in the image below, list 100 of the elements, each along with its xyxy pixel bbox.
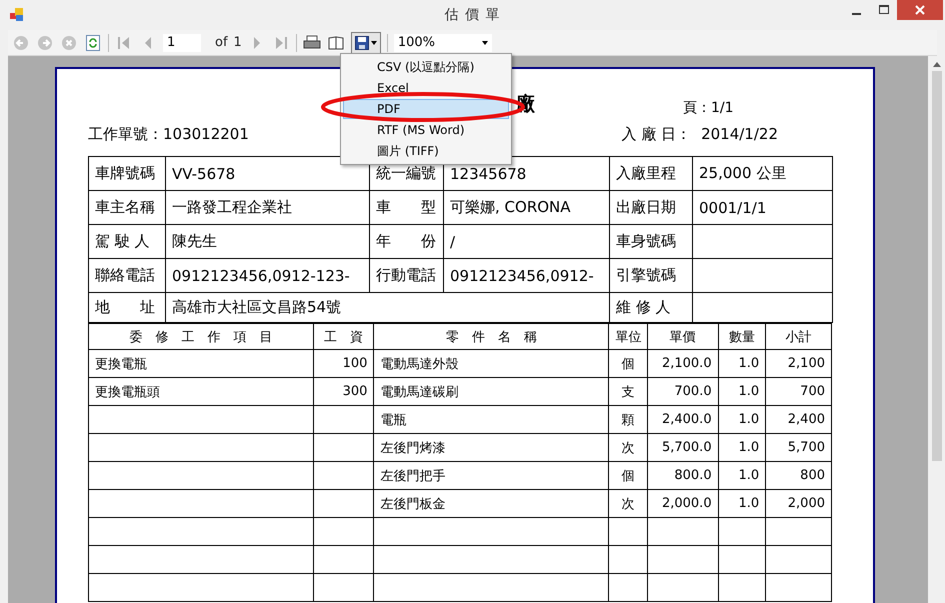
table-cell: 700.0	[647, 378, 718, 406]
table-cell: 700	[766, 378, 832, 406]
column-header: 工 資	[313, 324, 374, 350]
field-value-cell: 一路發工程企業社	[166, 190, 370, 224]
table-cell: 次	[608, 434, 648, 462]
table-cell: 1.0	[718, 462, 766, 490]
table-cell: 1.0	[718, 434, 766, 462]
table-cell	[313, 434, 374, 462]
entry-date-label: 入 廠 日：	[622, 125, 692, 144]
table-cell: 電瓶	[374, 406, 609, 434]
table-cell: 更換電瓶	[88, 350, 314, 378]
entry-date: 2014/1/22	[701, 125, 778, 144]
table-cell	[766, 574, 832, 602]
field-label-cell: 車身號碼	[610, 224, 692, 258]
field-value-cell: 陳先生	[166, 224, 370, 258]
table-cell	[718, 574, 766, 602]
column-header: 單價	[647, 324, 718, 350]
table-cell: 左後門把手	[374, 462, 609, 490]
table-cell	[313, 490, 374, 518]
maximize-icon	[878, 5, 888, 15]
table-cell	[313, 462, 374, 490]
column-header: 數量	[718, 324, 766, 350]
table-cell	[718, 546, 766, 574]
table-cell	[647, 574, 718, 602]
field-label-cell: 維 修 人	[610, 292, 692, 322]
table-cell	[313, 518, 374, 546]
back-icon[interactable]	[12, 34, 30, 52]
print-icon[interactable]	[302, 34, 321, 52]
export-menu-item[interactable]: Excel	[343, 78, 509, 98]
minimize-icon	[852, 12, 861, 14]
table-cell: 1.0	[718, 490, 766, 518]
field-value-cell: 0001/1/1	[692, 190, 832, 224]
field-value-cell: 可樂娜, CORONA	[444, 190, 610, 224]
field-label-cell: 地 址	[88, 292, 166, 322]
caret-icon	[482, 40, 488, 44]
column-header: 小計	[766, 324, 832, 350]
table-cell	[608, 518, 648, 546]
page-layout-icon[interactable]	[326, 34, 345, 52]
table-cell: 1.0	[718, 378, 766, 406]
scroll-up-icon[interactable]	[932, 62, 940, 67]
forward-icon[interactable]	[36, 34, 54, 52]
window-title: 估 價 單	[444, 6, 500, 24]
page-number-field[interactable]: 1	[163, 34, 201, 52]
page-indicator: 頁：1/1	[683, 99, 734, 117]
table-cell: 2,100	[766, 350, 832, 378]
field-value-cell: 0912123456,0912-	[444, 258, 610, 292]
table-cell: 電動馬達外殼	[374, 350, 609, 378]
zoom-dropdown[interactable]: 100%	[394, 34, 492, 52]
refresh-icon[interactable]	[84, 34, 102, 52]
table-cell: 800.0	[647, 462, 718, 490]
caret-icon	[370, 40, 377, 44]
table-cell	[313, 406, 374, 434]
field-value-cell: /	[444, 224, 610, 258]
field-label-cell: 聯絡電話	[88, 258, 166, 292]
field-label-cell: 行動電話	[370, 258, 444, 292]
save-dropdown-button[interactable]	[350, 32, 381, 54]
field-label-cell: 車主名稱	[88, 190, 166, 224]
table-cell: 300	[313, 378, 374, 406]
table-cell: 2,400	[766, 406, 832, 434]
table-cell: 2,000.0	[647, 490, 718, 518]
table-cell: 800	[766, 462, 832, 490]
field-label-cell: 駕 駛 人	[88, 224, 166, 258]
export-menu-item[interactable]: RTF (MS Word)	[343, 120, 509, 140]
table-cell: 左後門烤漆	[374, 434, 609, 462]
table-cell	[766, 518, 832, 546]
table-cell: 2,000	[766, 490, 832, 518]
table-cell: 2,400.0	[647, 406, 718, 434]
field-value-cell: 高雄市大社區文昌路54號	[166, 292, 610, 322]
app-icon	[10, 8, 24, 22]
work-order-number: 工作單號：103012201	[88, 125, 249, 144]
stop-icon[interactable]	[60, 34, 78, 52]
scrollbar-thumb[interactable]	[932, 71, 942, 461]
table-cell	[608, 574, 648, 602]
table-cell: 100	[313, 350, 374, 378]
export-menu-item[interactable]: CSV (以逗點分隔)	[343, 57, 509, 77]
field-label-cell: 車 型	[370, 190, 444, 224]
close-icon	[915, 5, 925, 15]
table-cell: 左後門板金	[374, 490, 609, 518]
table-cell	[766, 546, 832, 574]
table-cell: 1.0	[718, 406, 766, 434]
column-header: 單位	[608, 324, 648, 350]
table-cell	[647, 546, 718, 574]
column-header: 零 件 名 稱	[374, 324, 609, 350]
table-cell: 2,100.0	[647, 350, 718, 378]
table-cell: 5,700.0	[647, 434, 718, 462]
table-cell: 更換電瓶頭	[88, 378, 314, 406]
table-cell: 顆	[608, 406, 648, 434]
table-cell	[718, 518, 766, 546]
field-value-cell: 0912123456,0912-123-	[166, 258, 370, 292]
table-cell: 次	[608, 490, 648, 518]
field-label-cell: 年 份	[370, 224, 444, 258]
field-label-cell: 車牌號碼	[88, 156, 166, 190]
field-value-cell: 25,000 公里	[692, 156, 832, 190]
table-cell: 電動馬達碳刷	[374, 378, 609, 406]
table-cell: 個	[608, 462, 648, 490]
table-cell: 個	[608, 350, 648, 378]
close-button[interactable]	[897, 0, 943, 20]
of-label: of	[215, 35, 228, 50]
column-header: 委 修 工 作 項 目	[88, 324, 314, 350]
field-label-cell: 入廠里程	[610, 156, 692, 190]
